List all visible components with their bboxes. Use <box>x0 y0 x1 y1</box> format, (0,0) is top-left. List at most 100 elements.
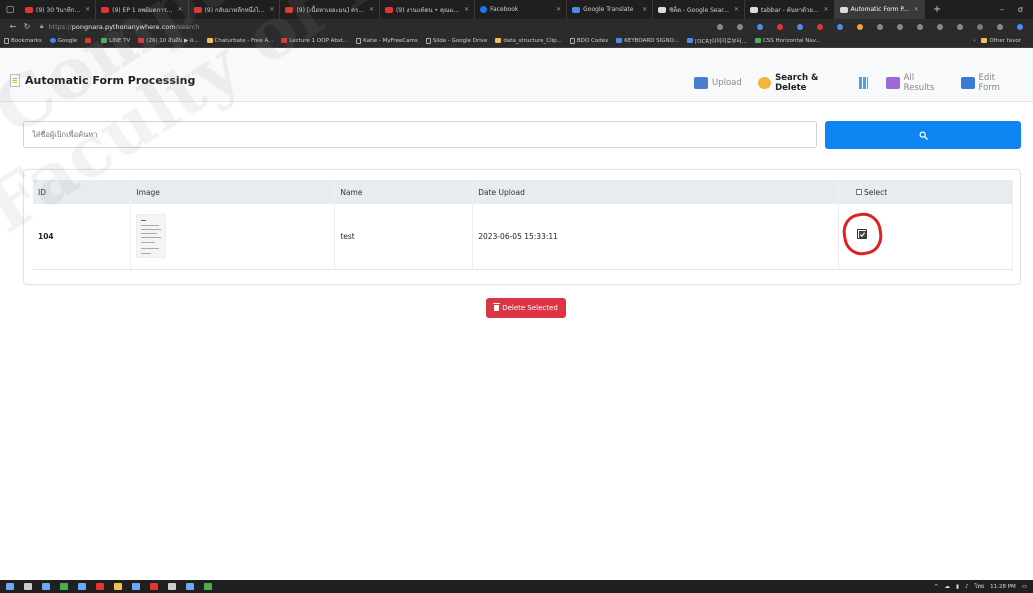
language-indicator[interactable]: ไทย <box>975 583 985 591</box>
upload-icon <box>694 77 708 89</box>
browser-tab[interactable]: tabbar - ค้นหาด้วย... ✕ <box>745 0 835 19</box>
form-thumbnail[interactable] <box>136 214 167 259</box>
search-input[interactable] <box>23 121 817 148</box>
nav-upload[interactable]: Upload <box>694 77 742 89</box>
bookmark-item[interactable]: (26) 10 อันดับ ▶ ส... <box>138 37 199 45</box>
notification-icon[interactable]: ▭ <box>1022 584 1027 590</box>
network-icon[interactable]: ▮ <box>956 584 959 590</box>
extension-icon[interactable] <box>757 23 763 30</box>
browser-tab[interactable]: Facebook ✕ <box>475 0 568 19</box>
browser-tab-active[interactable]: Automatic Form P... ✕ <box>834 0 925 19</box>
new-tab-icon[interactable]: + <box>925 4 949 15</box>
bookmark-item[interactable]: Google <box>49 38 77 44</box>
column-header-image: Image <box>130 180 336 204</box>
app-icon[interactable] <box>114 583 122 590</box>
line-tv-icon <box>101 38 108 43</box>
refresh-ext-icon[interactable] <box>877 23 883 30</box>
google-icon <box>749 6 758 13</box>
youtube-icon <box>85 38 92 43</box>
google-icon <box>49 38 56 43</box>
other-favorites[interactable]: › Other favor <box>973 38 1033 44</box>
bookmark-item[interactable]: Slide - Google Drive <box>425 37 487 44</box>
app-icon[interactable] <box>204 583 212 590</box>
edge-icon[interactable] <box>132 583 140 590</box>
bookmark-item[interactable]: CSS Horizontal Nav... <box>754 38 821 44</box>
css-icon <box>754 38 761 43</box>
window-controls: – σ <box>1000 5 1033 14</box>
bookmark-item[interactable]: Chaturbate - Free A... <box>206 38 273 44</box>
nav-all-results[interactable]: All Results <box>886 73 945 93</box>
clock[interactable]: 11:28 PM <box>990 584 1016 590</box>
task-view-icon[interactable] <box>24 583 32 590</box>
cell-name: test <box>334 204 474 270</box>
browser-tab[interactable]: (9) งานแท้ตน • คุณแ... ✕ <box>380 0 476 19</box>
youtube-icon <box>193 6 202 13</box>
cell-image <box>130 204 336 270</box>
address-bar-row: ← ↻ 🔒︎ https://pongnara.pythonanywhere.c… <box>0 19 1033 34</box>
profile-icon[interactable] <box>977 23 983 30</box>
nav-search-delete[interactable]: Search & Delete <box>757 73 849 93</box>
extension-icon[interactable] <box>777 23 783 30</box>
app-brand[interactable]: Automatic Form Processing <box>10 74 195 87</box>
cloud-icon[interactable]: ☁ <box>944 584 950 590</box>
bookmark-item[interactable]: KEYBOARD SIGNO... <box>616 38 679 44</box>
browser-tab[interactable]: ซิต็ต - Google Sear... ✕ <box>653 0 745 19</box>
read-aloud-icon[interactable] <box>717 23 723 30</box>
file-explorer-icon[interactable] <box>42 583 50 590</box>
column-header-date: Date Upload <box>472 180 840 204</box>
browser-tab[interactable]: (9) กลับมาหลีกหนึ่งไ... ✕ <box>189 0 281 19</box>
app-icon[interactable] <box>150 583 158 590</box>
restore-icon[interactable]: σ <box>1018 5 1023 14</box>
bookmark-item[interactable]: LINE TV <box>101 38 130 44</box>
bookmark-item[interactable]: data_structure_Clip... <box>495 38 562 44</box>
row-select-checkbox[interactable] <box>857 229 868 239</box>
select-all-checkbox[interactable] <box>856 189 863 195</box>
bookmark-item[interactable]: Katie - MyFreeCams <box>356 37 418 44</box>
extension-icons <box>717 23 1033 30</box>
document-icon <box>10 74 20 87</box>
app-icon[interactable] <box>78 583 86 590</box>
window-menu-icon[interactable]: ▢ <box>0 0 20 19</box>
more-icon[interactable] <box>997 23 1003 30</box>
back-icon[interactable]: ← <box>6 22 20 31</box>
extension-icon[interactable] <box>817 23 823 30</box>
app-icon[interactable] <box>96 583 104 590</box>
browser-tab[interactable]: (9) [เนื้อหาเยอะมน] คร... ✕ <box>280 0 380 19</box>
chevron-right-icon: › <box>973 37 976 44</box>
favorite-star-icon[interactable] <box>737 23 743 30</box>
browser-tab[interactable]: Google Translate ✕ <box>567 0 654 19</box>
bookmark-item[interactable]: Lecture 1 OOP Abst... <box>281 38 348 44</box>
extension-icon[interactable] <box>837 23 843 30</box>
minimize-icon[interactable]: – <box>1000 5 1004 14</box>
browser-tab[interactable]: (9) EP 1 ลพผ้มดการ... ✕ <box>96 0 189 19</box>
nav-edit-form[interactable]: Edit Form <box>961 73 1017 93</box>
youtube-icon <box>285 6 294 13</box>
volume-icon[interactable]: ♪ <box>965 584 969 590</box>
bookmark-item[interactable] <box>85 38 93 43</box>
screenshot-icon[interactable] <box>957 23 963 30</box>
ocr-icon <box>687 38 693 43</box>
nav-links: Upload Search & Delete All Results Edit … <box>694 73 1033 93</box>
app-icon[interactable] <box>168 583 176 590</box>
column-header-name: Name <box>334 180 474 204</box>
app-icon[interactable] <box>60 583 68 590</box>
url-field[interactable]: 🔒︎ https://pongnara.pythonanywhere.com/s… <box>40 21 460 32</box>
collections-icon[interactable] <box>917 23 923 30</box>
copilot-icon[interactable] <box>1017 23 1023 30</box>
refresh-icon[interactable]: ↻ <box>20 22 34 31</box>
share-icon[interactable] <box>937 23 943 30</box>
bookmark-item[interactable]: [OCR]이미지로부터... <box>687 37 747 45</box>
tray-chevron-icon[interactable]: ^ <box>934 584 939 590</box>
bookmark-item[interactable]: Bookmarks <box>4 37 42 44</box>
app-navbar: Automatic Form Processing Upload Search … <box>0 48 1033 102</box>
browser-tab[interactable]: (9) 30 วินาทีก... ✕ <box>20 0 97 19</box>
app-icon[interactable] <box>186 583 194 590</box>
extension-icon[interactable] <box>797 23 803 30</box>
delete-selected-button[interactable]: Delete Selected <box>486 298 566 318</box>
search-button[interactable] <box>825 121 1021 149</box>
favorites-icon[interactable] <box>897 23 903 30</box>
cell-select <box>838 204 1013 270</box>
extension-icon[interactable] <box>857 23 863 30</box>
bookmark-item[interactable]: BDO Codex <box>569 37 608 44</box>
windows-start-icon[interactable] <box>6 583 14 590</box>
